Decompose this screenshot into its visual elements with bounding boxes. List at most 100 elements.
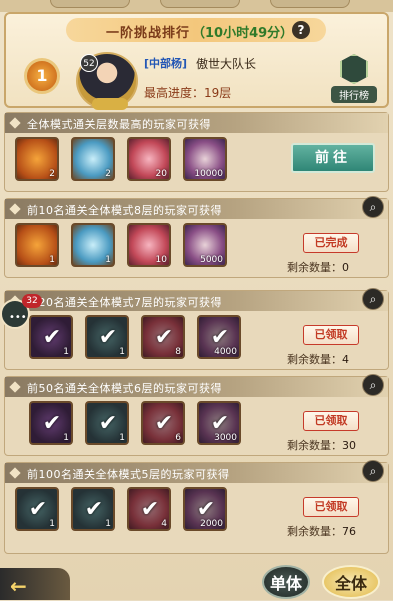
remaining-count: 剩余数量：76 (287, 523, 356, 539)
item-count: 1 (105, 519, 111, 529)
completed-status: 已完成 (303, 233, 359, 253)
item-count: 20 (155, 169, 167, 179)
reward-item[interactable]: 1 (71, 223, 115, 267)
remaining-count: 剩余数量：0 (287, 259, 349, 275)
check-icon: ✔ (84, 497, 104, 522)
item-count: 10 (155, 255, 167, 265)
section-title: 前100名通关全体模式5层的玩家可获得 (27, 468, 230, 481)
reward-section: 前100名通关全体模式5层的玩家可获得 ⌕ ✔ 1 ✔ 1 ✔ 4 ✔ 2000 已领取… (4, 460, 389, 554)
reward-item[interactable]: ✔ 3000 (197, 401, 241, 445)
section-title: 前20名通关全体模式7层的玩家可获得 (27, 296, 222, 309)
check-icon: ✔ (98, 325, 118, 350)
reward-item[interactable]: 10000 (183, 137, 227, 181)
reward-item[interactable]: ✔ 4 (127, 487, 171, 531)
reward-item[interactable]: ✔ 1 (85, 315, 129, 359)
item-count: 10000 (194, 169, 223, 179)
reward-item[interactable]: ✔ 6 (141, 401, 185, 445)
remaining-label: 剩余数量： (287, 525, 342, 538)
section-header: 全体模式通关层数最高的玩家可获得 (5, 113, 388, 133)
help-icon[interactable]: ? (292, 21, 310, 39)
best-progress: 最高进度：19层 (144, 86, 232, 100)
leaderboard-icon (340, 54, 368, 84)
check-icon: ✔ (154, 325, 174, 350)
event-page: 一阶挑战排行 （10小时49分） ? 1 52 [中部杨] 傲世大队长 最高进度… (0, 0, 393, 600)
item-count: 5000 (200, 255, 223, 265)
claimed-status: 已领取 (303, 325, 359, 345)
claimed-status: 已领取 (303, 497, 359, 517)
check-icon: ✔ (42, 325, 62, 350)
item-count: 4 (161, 519, 167, 529)
tab-3[interactable] (270, 0, 350, 8)
reward-item[interactable]: 2 (15, 137, 59, 181)
section-title: 前10名通关全体模式8层的玩家可获得 (27, 204, 222, 217)
section-header: 前100名通关全体模式5层的玩家可获得 ⌕ (5, 460, 388, 483)
item-count: 2 (105, 169, 111, 179)
reward-item[interactable]: ✔ 2000 (183, 487, 227, 531)
reward-item[interactable]: 1 (15, 223, 59, 267)
remaining-value: 76 (342, 525, 356, 538)
reward-item[interactable]: ✔ 1 (71, 487, 115, 531)
reward-item[interactable]: ✔ 8 (141, 315, 185, 359)
magnify-icon[interactable]: ⌕ (362, 196, 384, 218)
reward-item[interactable]: ✔ 1 (29, 401, 73, 445)
tab-1[interactable] (50, 0, 130, 8)
item-count: 3000 (214, 433, 237, 443)
remaining-label: 剩余数量： (287, 261, 342, 274)
reward-section: 前50名通关全体模式6层的玩家可获得 ⌕ ✔ 1 ✔ 1 ✔ 6 ✔ 3000 已领取 … (4, 374, 389, 456)
section-header: 前10名通关全体模式8层的玩家可获得 ⌕ (5, 196, 388, 219)
remaining-label: 剩余数量： (287, 439, 342, 452)
back-arrow-icon: ← (10, 574, 27, 598)
avatar-level: 52 (80, 54, 98, 72)
reward-section: 前20名通关全体模式7层的玩家可获得 ⌕ ✔ 1 ✔ 1 ✔ 8 ✔ 4000 已领取 … (4, 288, 389, 370)
remaining-value: 4 (342, 353, 349, 366)
reward-item[interactable]: ✔ 1 (85, 401, 129, 445)
reward-item[interactable]: ✔ 1 (15, 487, 59, 531)
guild-name: [中部杨] (144, 57, 188, 70)
check-icon: ✔ (154, 411, 174, 436)
item-count: 2 (49, 169, 55, 179)
remaining-value: 30 (342, 439, 356, 452)
tab-2[interactable] (160, 0, 240, 8)
reward-section: 全体模式通关层数最高的玩家可获得 2 2 20 10000 前往 (4, 112, 389, 192)
check-icon: ✔ (98, 411, 118, 436)
player-name: 傲世大队长 (196, 57, 257, 71)
reward-item[interactable]: ✔ 4000 (197, 315, 241, 359)
section-header: 前50名通关全体模式6层的玩家可获得 ⌕ (5, 374, 388, 397)
remaining-value: 0 (342, 261, 349, 274)
item-count: 1 (119, 433, 125, 443)
rank-badge: 1 (24, 58, 60, 94)
top-tabs (0, 0, 393, 12)
reward-item[interactable]: 5000 (183, 223, 227, 267)
chat-icon: ••• (9, 312, 27, 323)
leaderboard-button[interactable]: 排行榜 (331, 54, 377, 106)
item-count: 2000 (200, 519, 223, 529)
item-count: 1 (119, 347, 125, 357)
reward-item[interactable]: ✔ 1 (29, 315, 73, 359)
single-mode-button[interactable]: 单体 (262, 565, 310, 599)
go-button[interactable]: 前往 (291, 143, 375, 173)
item-count: 8 (175, 347, 181, 357)
reward-item[interactable]: 2 (71, 137, 115, 181)
reward-item[interactable]: 10 (127, 223, 171, 267)
item-count: 4000 (214, 347, 237, 357)
section-title: 前50名通关全体模式6层的玩家可获得 (27, 382, 222, 395)
check-icon: ✔ (140, 497, 160, 522)
challenge-rank-header: 一阶挑战排行 （10小时49分） ? 1 52 [中部杨] 傲世大队长 最高进度… (4, 12, 389, 110)
item-count: 1 (63, 347, 69, 357)
item-count: 1 (49, 519, 55, 529)
section-title: 全体模式通关层数最高的玩家可获得 (27, 118, 211, 131)
magnify-icon[interactable]: ⌕ (362, 374, 384, 396)
chat-unread-badge: 32 (22, 294, 42, 308)
section-header: 前20名通关全体模式7层的玩家可获得 ⌕ (5, 288, 388, 311)
item-count: 1 (63, 433, 69, 443)
claimed-status: 已领取 (303, 411, 359, 431)
remaining-label: 剩余数量： (287, 353, 342, 366)
magnify-icon[interactable]: ⌕ (362, 460, 384, 482)
check-icon: ✔ (28, 497, 48, 522)
remaining-count: 剩余数量：30 (287, 437, 356, 453)
header-timer: （10小时49分） (192, 26, 294, 41)
all-mode-button[interactable]: 全体 (322, 565, 380, 599)
leaderboard-label: 排行榜 (331, 86, 377, 103)
reward-item[interactable]: 20 (127, 137, 171, 181)
magnify-icon[interactable]: ⌕ (362, 288, 384, 310)
